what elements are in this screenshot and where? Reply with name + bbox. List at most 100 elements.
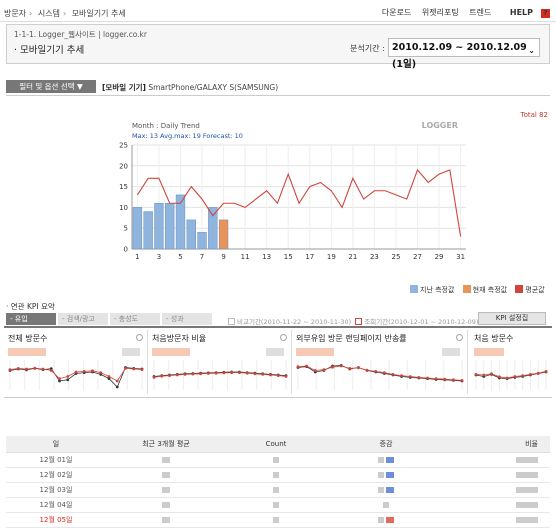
help-link[interactable]: HELP? xyxy=(502,8,550,18)
divider xyxy=(6,95,550,96)
compare-period-checkbox[interactable] xyxy=(228,318,235,325)
cell xyxy=(446,497,550,513)
sparkline-point xyxy=(529,373,532,376)
tab-performance[interactable]: - 성과 xyxy=(162,313,212,325)
sparkline-point xyxy=(482,373,486,377)
sparkline-point xyxy=(391,373,395,376)
trend-link[interactable]: 트렌드 xyxy=(469,8,491,17)
kpi-delta xyxy=(266,348,284,356)
y-tick-label: 15 xyxy=(119,183,128,191)
tab-search-ads[interactable]: - 검색/광고 xyxy=(58,313,108,325)
x-tick-label: 23 xyxy=(370,253,379,261)
col-header[interactable]: 비율 xyxy=(446,436,550,453)
sparkline-point xyxy=(261,373,265,376)
table-row: 12월 04일 xyxy=(6,497,550,513)
tab-inflow[interactable]: - 유입 xyxy=(6,313,56,325)
date-range-select[interactable]: 2010.12.09 ~ 2010.12.09 (1일) ⌄ xyxy=(388,38,540,70)
kpi-value xyxy=(8,348,46,356)
sparkline-point xyxy=(115,385,119,389)
sparkline-point xyxy=(417,376,421,379)
sparkline-point xyxy=(521,374,525,377)
y-tick-label: 10 xyxy=(119,204,128,212)
bar xyxy=(154,202,164,250)
help-icon[interactable] xyxy=(280,334,287,341)
bar xyxy=(208,207,218,250)
site-link[interactable]: 1-1-1. Logger_웹사이트 | logger.co.kr xyxy=(14,29,147,40)
kpi-card[interactable]: 외부유입 방문 랜딩페이지 반송률 xyxy=(292,330,468,394)
kpi-sparkline xyxy=(474,360,548,390)
filter-value: SmartPhone/GALAXY S(SAMSUNG) xyxy=(148,83,279,92)
sparkline-point xyxy=(58,379,61,383)
sparkline-point xyxy=(544,370,548,373)
daily-trend-chart: Month : Daily Trend Max: 13 Avg.max: 19 F… xyxy=(119,121,466,261)
sparkline-point xyxy=(160,374,164,378)
col-header[interactable]: Count xyxy=(226,436,326,453)
sparkline-point xyxy=(25,367,28,371)
breadcrumb-item[interactable]: 모바일기기 추세 xyxy=(72,9,126,18)
date-cell: 12월 04일 xyxy=(6,497,106,513)
x-tick-label: 1 xyxy=(135,253,139,261)
sparkline-point xyxy=(284,375,288,378)
kpi-card[interactable]: 처음 방문수 xyxy=(470,330,552,394)
cell xyxy=(226,482,326,498)
sparkline-point xyxy=(296,365,300,368)
sparkline-point xyxy=(426,376,429,380)
filter-options-button[interactable]: 필터 및 옵션 선택 ▼ xyxy=(6,80,96,93)
period-toggles: 비교기간(2010-11-22 ~ 2010-11-30) 조회기간(2010-… xyxy=(228,316,478,326)
sparkline-point xyxy=(115,379,119,383)
sparkline-point xyxy=(400,374,403,377)
sparkline-point xyxy=(49,369,53,372)
y-tick-label: 0 xyxy=(124,246,128,254)
bar xyxy=(165,202,175,250)
widget-reporting-link[interactable]: 위젯리포팅 xyxy=(422,8,459,17)
col-header[interactable]: 증감 xyxy=(326,436,446,453)
bar xyxy=(218,219,229,250)
kpi-card-title: 외부유입 방문 랜딩페이지 반송률 xyxy=(296,334,407,343)
help-icon[interactable] xyxy=(456,334,463,341)
cell xyxy=(226,452,326,468)
sparkline-point xyxy=(322,368,326,371)
sparkline-point xyxy=(33,366,37,370)
kpi-sparkline xyxy=(8,360,144,390)
kpi-card[interactable]: 처음방문자 비율 xyxy=(148,330,292,394)
kpi-section-title: · 연관 KPI 요약 xyxy=(6,302,55,311)
view-period-checkbox[interactable] xyxy=(355,318,363,325)
kpi-value xyxy=(296,348,334,356)
download-link[interactable]: 다운로드 xyxy=(382,8,411,17)
sparkline-point xyxy=(451,378,455,382)
sparkline-current xyxy=(475,371,547,379)
sparkline-point xyxy=(140,368,144,371)
breadcrumb-item[interactable]: 방문자 xyxy=(4,9,26,18)
cell xyxy=(226,467,326,483)
sparkline-point xyxy=(348,367,352,370)
col-header[interactable]: 최근 3개월 평균 xyxy=(106,436,226,453)
sparkline-point xyxy=(490,372,493,376)
x-tick-label: 5 xyxy=(178,253,182,261)
chart-title: Month : Daily Trend xyxy=(132,122,200,130)
sparkline-point xyxy=(99,371,103,374)
date-cell: 12월 01일 xyxy=(6,452,106,468)
cell xyxy=(326,512,446,528)
bar xyxy=(143,211,153,250)
bar xyxy=(186,219,196,250)
table-row: 12월 03일 xyxy=(6,482,550,498)
kpi-card[interactable]: 전체 방문수 xyxy=(4,330,148,394)
kpi-sparkline xyxy=(296,360,464,390)
sparkline-point xyxy=(513,375,517,378)
view-period-label: 조회기간(2010-12-01 ~ 2010-12-09) xyxy=(364,318,479,326)
x-tick-label: 31 xyxy=(456,253,465,261)
sparkline-point xyxy=(191,372,195,376)
col-header[interactable]: 일 xyxy=(6,436,106,453)
sparkline-point xyxy=(199,372,202,376)
sparkline-point xyxy=(16,367,20,370)
date-cell: 12월 03일 xyxy=(6,482,106,498)
help-icon[interactable] xyxy=(136,334,143,341)
kpi-tabs: - 유입 - 검색/광고 - 충성도 - 성과 xyxy=(6,313,214,325)
sparkline-point xyxy=(107,375,111,378)
cell xyxy=(446,512,550,528)
breadcrumb-item[interactable]: 시스템 xyxy=(38,9,60,18)
tab-loyalty[interactable]: - 충성도 xyxy=(110,313,160,325)
kpi-settings-button[interactable]: KPI 설정집 xyxy=(478,312,546,325)
cell xyxy=(326,452,446,468)
table-row: 12월 05일 xyxy=(6,512,550,528)
